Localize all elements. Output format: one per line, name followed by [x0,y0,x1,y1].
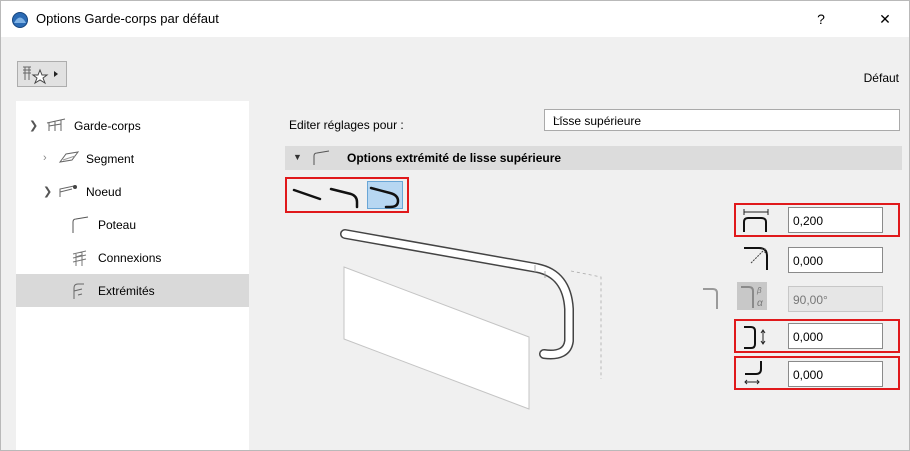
toolbar: Défaut [1,37,909,99]
angle-icon: α β [737,282,767,310]
extension-length-icon [743,209,769,232]
svg-text:α: α [757,298,763,309]
straight-end-icon [292,188,322,201]
vertical-offset-icon [744,326,766,349]
extension-length-field[interactable]: 0,200 [788,207,883,233]
radius-field[interactable]: 0,000 [788,247,883,273]
help-button[interactable]: ? [806,7,836,31]
tree-item-label: Poteau [98,218,137,232]
tree-item-noeud[interactable]: ❯ Noeud [16,175,249,208]
tree-item-label: Noeud [86,185,122,199]
archicad-app-icon [12,12,28,28]
close-button[interactable]: ✕ [870,7,900,31]
section-title: Options extrémité de lisse supérieure [347,151,562,165]
field-value: 90,00° [793,293,828,307]
pane-divider[interactable] [249,101,269,450]
title-bar: Options Garde-corps par défaut ? ✕ [1,1,909,37]
chevron-down-icon: ﹀ [553,117,563,128]
chevron-down-icon[interactable]: ❯ [29,119,38,132]
tree-item-poteau[interactable]: Poteau [16,208,249,241]
window-title: Options Garde-corps par défaut [36,11,219,26]
node-icon [59,185,77,197]
edit-settings-select[interactable]: Lisse supérieure ﹀ [544,109,900,131]
field-value: 0,200 [793,214,824,228]
chevron-down-icon[interactable]: ❯ [43,185,52,198]
end-type-hook-button[interactable] [367,181,403,209]
favorites-button[interactable] [17,61,67,87]
return-length-field[interactable]: 0,000 [788,361,883,387]
tree-item-segment[interactable]: › Segment [16,142,249,175]
railing-icon [46,118,66,131]
end-type-straight-button[interactable] [289,181,325,209]
hook-end-icon [369,186,400,209]
tree-item-extremites[interactable]: Extrémités [16,274,249,307]
dialog-window: Options Garde-corps par défaut ? ✕ Défau… [0,0,910,451]
rail-end-section-icon [313,150,330,165]
rail-ends-icon [73,283,84,299]
field-value: 0,000 [793,368,824,382]
settings-tree: ❯ Garde-corps › Segment ❯ Noeud Poteau C… [16,101,249,450]
angle-field: 90,00° [788,286,883,312]
angle-preview-icon [703,288,718,309]
return-length-icon [744,361,762,385]
svg-text:β: β [756,286,762,295]
settings-panel: Editer réglages pour : Lisse supérieure … [269,101,909,450]
edit-settings-label: Editer réglages pour : [289,118,404,132]
connections-icon [72,250,87,266]
tree-item-label: Connexions [98,251,162,265]
tree-item-label: Garde-corps [74,119,141,133]
favorites-icon [23,66,58,85]
vertical-offset-field[interactable]: 0,000 [788,323,883,349]
collapse-triangle-icon[interactable]: ▼ [293,152,302,162]
chevron-right-icon[interactable]: › [43,152,47,164]
bent-end-icon [329,187,359,209]
tree-item-label: Extrémités [98,284,155,298]
radius-icon [744,247,768,270]
rail-end-preview [340,229,602,410]
segment-icon [58,151,80,163]
section-header[interactable]: ▼ Options extrémité de lisse supérieure [285,146,902,170]
end-type-bent-button[interactable] [327,181,363,209]
field-value: 0,000 [793,254,824,268]
tree-item-label: Segment [86,152,135,166]
post-icon [72,216,89,233]
field-value: 0,000 [793,330,824,344]
tree-item-garde-corps[interactable]: ❯ Garde-corps [16,109,249,142]
tree-item-connexions[interactable]: Connexions [16,241,249,274]
preset-name: Défaut [863,71,899,85]
end-type-selector [285,177,409,213]
